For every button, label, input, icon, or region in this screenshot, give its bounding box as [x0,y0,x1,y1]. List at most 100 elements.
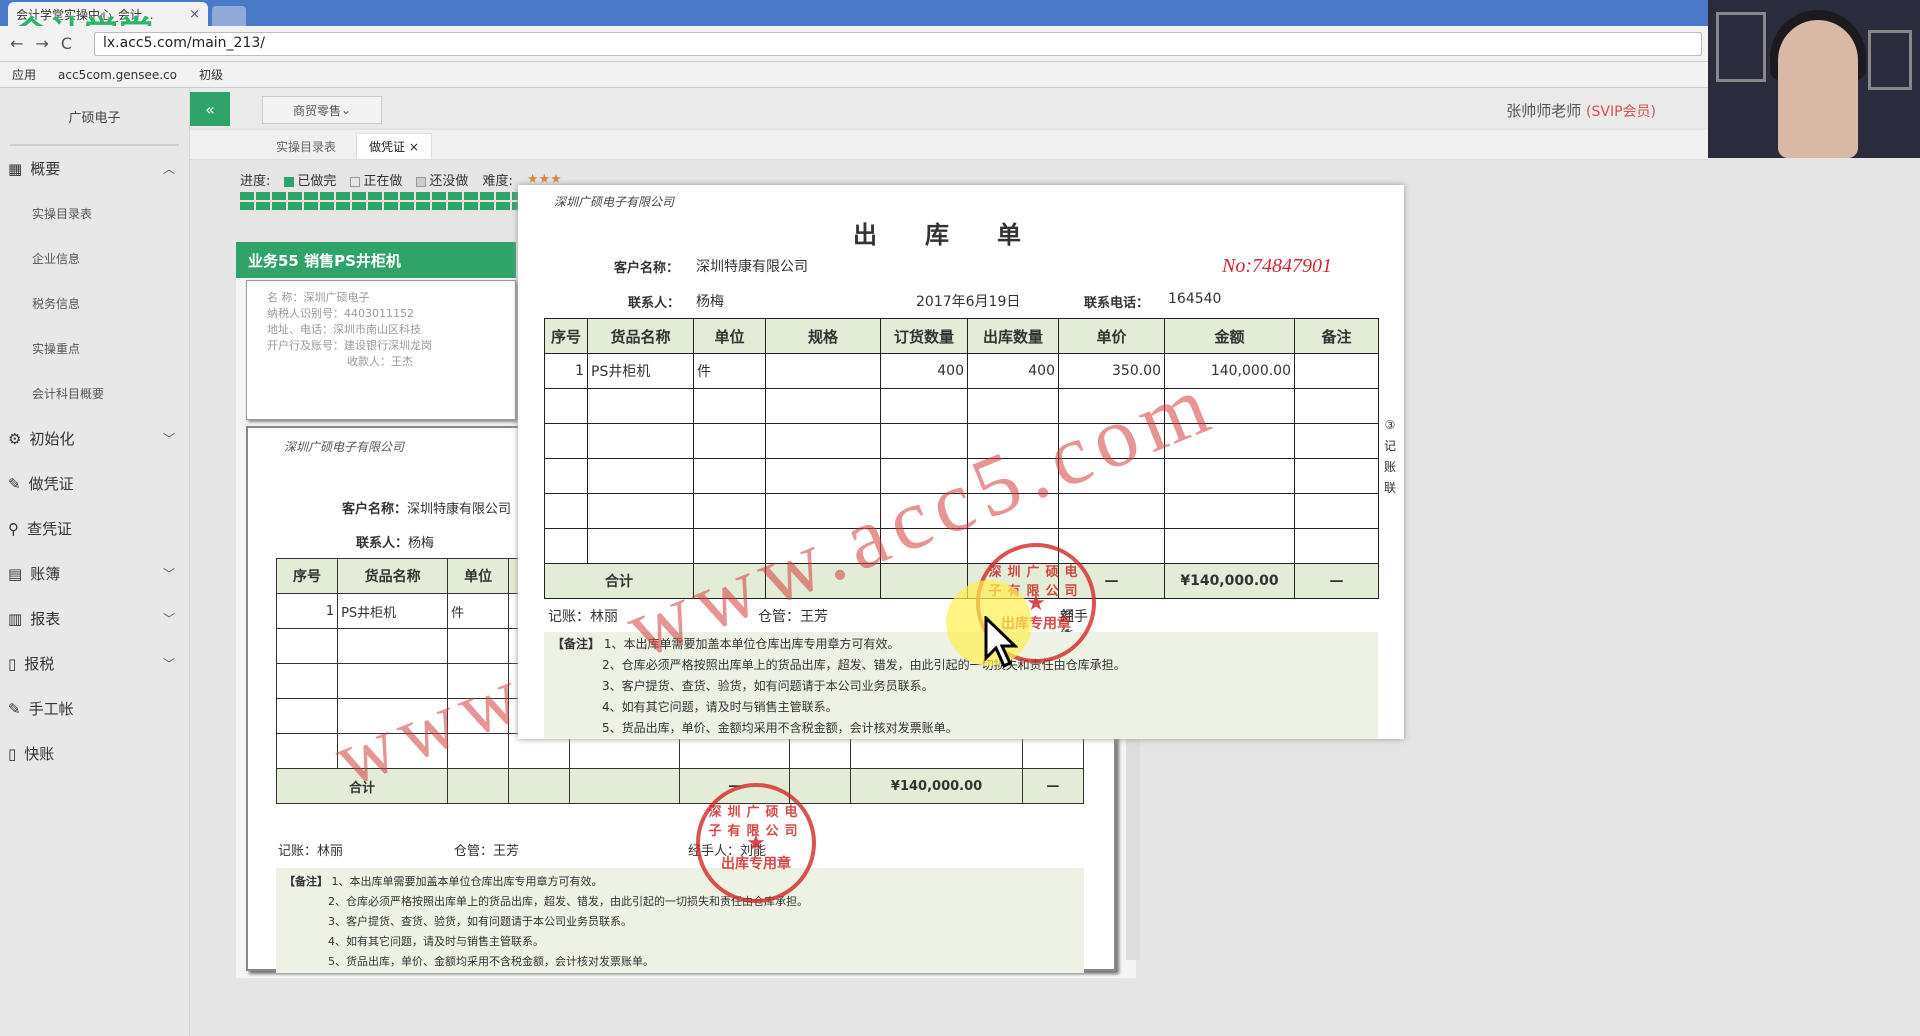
menu-tax-label: 报税 [24,655,55,673]
menu-quick[interactable]: ▯ 快账 [0,731,189,776]
phone-value: 164540 [1168,291,1222,307]
sub-item-tax-info[interactable]: 税务信息 [0,281,189,326]
progress-cell[interactable] [384,202,398,210]
note-line: 3、客户提货、查货、验货，如有问题请于本公司业务员联系。 [602,679,934,693]
new-tab-button[interactable] [212,6,246,26]
bg-invoice-payee: 收款人：王杰 [347,355,413,368]
progress-cell[interactable] [272,192,286,200]
legend-todo: 还没做 [416,170,468,189]
chevron-down-icon: ﹀ [162,657,175,671]
progress-cell[interactable] [416,202,430,210]
table-row [544,493,1379,529]
progress-cell[interactable] [496,202,510,210]
menu-reports[interactable]: ▥ 报表 ﹀ [0,596,189,641]
cell-seq: 1 [544,353,588,389]
sub-item-accounts[interactable]: 会计科目概要 [0,371,189,416]
progress-cell[interactable] [464,192,478,200]
progress-cell[interactable] [272,202,286,210]
nav-buttons[interactable]: ←→C [10,34,84,53]
progress-cell[interactable] [432,192,446,200]
menu-make-voucher[interactable]: ✎ 做凭证 [0,461,189,506]
sum-label: 合计 [544,563,694,599]
progress-cell[interactable] [288,202,302,210]
table-row: 1 PS井柜机 件 400 400 350.00 140,000.00 [544,353,1379,389]
bookmark-junior[interactable]: 初级 [199,66,223,83]
contact-label: 联系人： [628,296,681,311]
progress-cell[interactable] [336,202,350,210]
sub-item-catalog[interactable]: 实操目录表 [0,191,189,236]
progress-cell[interactable] [240,202,254,210]
bg-notes: 【备注】 1、本出库单需要加盖本单位仓库出库专用章方可有效。 2、仓库必须严格按… [276,868,1084,973]
progress-cell[interactable] [240,192,254,200]
close-icon[interactable]: × [405,140,419,154]
url-input[interactable]: lx.acc5.com/main_213/ [94,32,1702,56]
col-price: 单价 [1058,318,1165,354]
progress-cell[interactable] [256,202,270,210]
progress-cell[interactable] [416,192,430,200]
doc-number: No:74847901 [1222,255,1332,277]
progress-cell[interactable] [448,192,462,200]
tab-make-voucher[interactable]: 做凭证 × [356,133,432,159]
menu-init[interactable]: ⚙ 初始化 ﹀ [0,416,189,461]
svip-badge: (SVIP会员) [1586,104,1656,120]
progress-legend: 进度: 已做完 正在做 还没做 难度: ★★★ [240,170,562,189]
industry-dropdown[interactable]: 商贸零售 ⌄ [262,96,382,124]
bookmark-apps[interactable]: 应用 [12,66,36,83]
bg-col-seq: 序号 [275,558,339,594]
col-name: 货品名称 [587,318,694,354]
progress-cell[interactable] [400,202,414,210]
menu-manual[interactable]: ✎ 手工帐 [0,686,189,731]
progress-cell[interactable] [320,192,334,200]
menu-overview[interactable]: ▦ 概要 ︿ [0,146,189,191]
bg-col-name: 货品名称 [337,558,449,594]
progress-cell[interactable] [448,202,462,210]
shelf-left [1716,12,1766,82]
progress-cell[interactable] [304,192,318,200]
warehouse-keeper: 仓管：王芳 [758,609,828,625]
menu-ledger[interactable]: ▤ 账簿 ﹀ [0,551,189,596]
menu-check-voucher[interactable]: ⚲ 查凭证 [0,506,189,551]
progress-cell[interactable] [304,202,318,210]
progress-cell[interactable] [368,202,382,210]
mouse-cursor-icon [984,616,1018,669]
progress-cell[interactable] [352,192,366,200]
sum-amount: ¥140,000.00 [1164,563,1295,599]
user-name: 张帅师老师 [1506,102,1582,120]
menu-init-label: 初始化 [29,430,75,448]
progress-cell[interactable] [432,202,446,210]
progress-cell[interactable] [288,192,302,200]
table-row [544,423,1379,459]
tab-catalog[interactable]: 实操目录表 [264,133,348,159]
doc-company: 深圳广硕电子有限公司 [554,195,675,209]
menu-tax[interactable]: ▯ 报税 ﹀ [0,641,189,686]
progress-cell[interactable] [256,192,270,200]
progress-cell[interactable] [320,202,334,210]
search-icon: ⚲ [8,519,19,538]
col-ordered: 订货数量 [880,318,968,354]
bookmark-gensee[interactable]: acc5com.gensee.co [58,68,177,82]
sub-item-company-info[interactable]: 企业信息 [0,236,189,281]
progress-cell[interactable] [336,192,350,200]
presenter [1778,20,1858,158]
progress-cell[interactable] [464,202,478,210]
bg-cell: 件 [447,593,510,629]
progress-cell[interactable] [496,192,510,200]
tab-close-icon[interactable]: × [189,7,200,22]
progress-cell[interactable] [480,192,494,200]
progress-cell[interactable] [352,202,366,210]
copy-label: ③记账联 [1383,418,1396,495]
note-line: 4、如有其它问题，请及时与销售主管联系。 [602,700,838,714]
browser-titlebar: 会计学堂实操中心_会计... × [0,0,1920,26]
progress-cell[interactable] [368,192,382,200]
progress-cell[interactable] [400,192,414,200]
sub-item-key-points[interactable]: 实操重点 [0,326,189,371]
collapse-button[interactable]: « [190,92,230,126]
col-seq: 序号 [544,318,588,354]
grid-icon: ▦ [8,159,23,178]
col-unit: 单位 [693,318,766,354]
bg-invoice[interactable]: 名 称：深圳广硕电子 纳税人识别号：4403011152 地址、电话：深圳市南山… [246,280,516,420]
cell-unit: 件 [693,353,766,389]
progress-cell[interactable] [480,202,494,210]
sum-note: — [1294,563,1379,599]
progress-cell[interactable] [384,192,398,200]
